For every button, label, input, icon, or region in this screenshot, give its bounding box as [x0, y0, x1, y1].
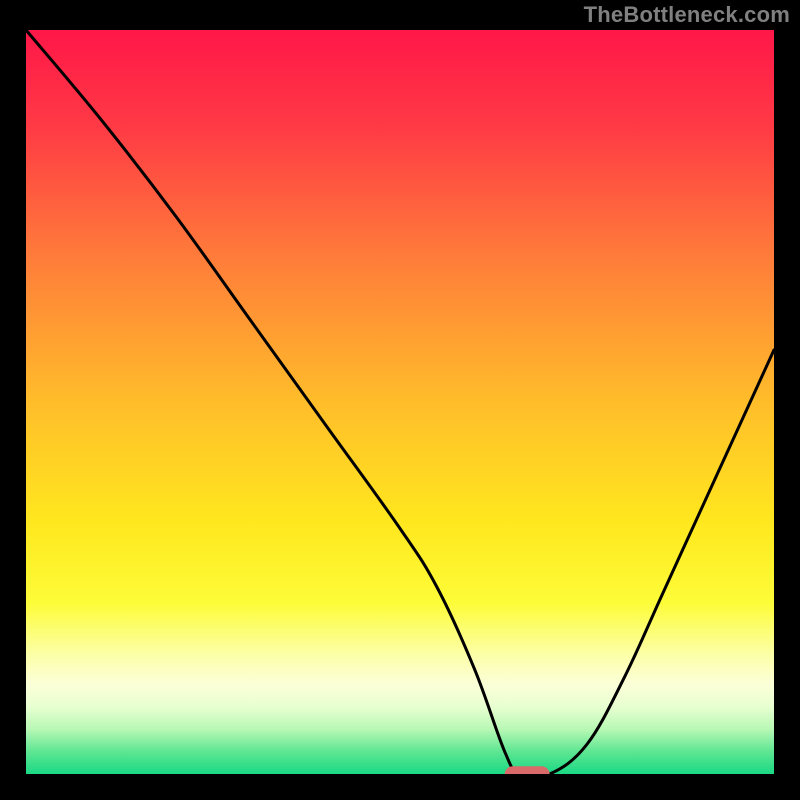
- chart-frame: TheBottleneck.com: [0, 0, 800, 800]
- optimum-marker: [505, 766, 550, 774]
- watermark-text: TheBottleneck.com: [584, 2, 790, 28]
- chart-background: [26, 30, 774, 774]
- chart-svg: [26, 30, 774, 774]
- plot-area: [26, 30, 774, 774]
